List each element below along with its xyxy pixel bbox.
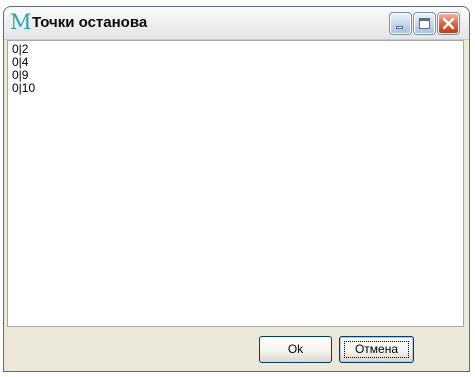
cancel-button[interactable]: Отмена — [339, 336, 414, 363]
minimize-button[interactable] — [390, 13, 411, 34]
list-item[interactable]: 0|4 — [12, 56, 463, 69]
close-icon — [442, 17, 455, 30]
breakpoints-list[interactable]: 0|2 0|4 0|9 0|10 — [7, 40, 464, 327]
window-title: Точки останова — [32, 14, 148, 31]
maximize-button[interactable] — [414, 13, 435, 34]
close-button[interactable] — [438, 13, 459, 34]
cancel-button-label: Отмена — [354, 342, 399, 356]
ok-button[interactable]: Ok — [259, 336, 332, 363]
breakpoints-window: M Точки останова 0|2 0|4 0|9 0|10 Ok Отм… — [3, 6, 470, 372]
list-item[interactable]: 0|9 — [12, 69, 463, 82]
list-item[interactable]: 0|2 — [12, 43, 463, 56]
minimize-icon — [396, 26, 403, 29]
maximize-icon — [419, 18, 430, 29]
app-icon: M — [10, 10, 32, 34]
list-item[interactable]: 0|10 — [12, 82, 463, 95]
title-bar[interactable]: M Точки останова — [4, 7, 469, 40]
